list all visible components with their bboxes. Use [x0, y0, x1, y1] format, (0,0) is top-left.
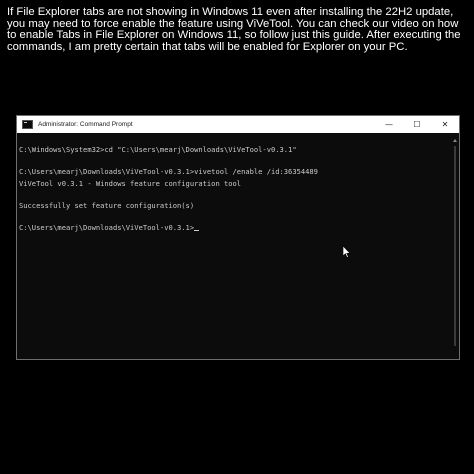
- window-controls: — ☐ ✕: [375, 116, 459, 133]
- console-line: [19, 189, 451, 200]
- text-cursor: [194, 230, 200, 232]
- minimize-button[interactable]: —: [375, 116, 403, 133]
- console-line: C:\Windows\System32>cd "C:\Users\mearj\D…: [19, 145, 297, 154]
- vertical-scrollbar[interactable]: [451, 133, 459, 359]
- console-line: [19, 155, 451, 166]
- scroll-thumb[interactable]: [454, 146, 456, 346]
- console-line: C:\Users\mearj\Downloads\ViVeTool-v0.3.1…: [19, 167, 318, 177]
- article-caption: If File Explorer tabs are not showing in…: [7, 6, 461, 53]
- console-line: Successfully set feature configuration(s…: [19, 200, 195, 210]
- close-button[interactable]: ✕: [431, 116, 459, 133]
- command-prompt-icon: [22, 120, 33, 129]
- console-prompt-line[interactable]: C:\Users\mearj\Downloads\ViVeTool-v0.3.1…: [19, 222, 451, 233]
- console-output[interactable]: C:\Windows\System32>cd "C:\Users\mearj\D…: [17, 133, 451, 359]
- console-line: [19, 211, 451, 222]
- command-prompt-window[interactable]: Administrator: Command Prompt — ☐ ✕ C:\W…: [16, 115, 460, 360]
- scroll-up-arrow-icon[interactable]: [453, 139, 457, 142]
- maximize-button[interactable]: ☐: [403, 116, 431, 133]
- console-line: ViVeTool v0.3.1 - Windows feature config…: [19, 178, 242, 188]
- mouse-pointer-icon: [343, 246, 351, 258]
- console-prompt: C:\Users\mearj\Downloads\ViVeTool-v0.3.1…: [19, 223, 195, 233]
- window-titlebar[interactable]: Administrator: Command Prompt — ☐ ✕: [17, 116, 459, 133]
- window-title: Administrator: Command Prompt: [38, 121, 133, 128]
